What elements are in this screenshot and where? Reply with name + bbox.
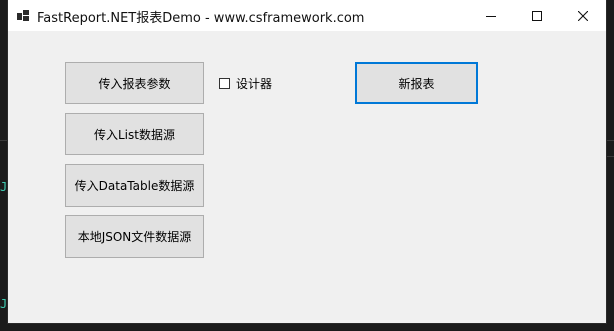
designer-checkbox[interactable]: 设计器: [219, 75, 272, 92]
background-divider: [606, 156, 614, 157]
app-window: FastReport.NET报表Demo - www.csframework.c…: [8, 0, 606, 323]
maximize-button[interactable]: [514, 0, 560, 31]
background-divider: [606, 140, 614, 141]
window-title: FastReport.NET报表Demo - www.csframework.c…: [37, 11, 365, 26]
designer-checkbox-box[interactable]: [219, 78, 230, 89]
local-json-datasource-button[interactable]: 本地JSON文件数据源: [65, 215, 204, 258]
minimize-icon: [486, 15, 496, 17]
background-code-glyph: J: [0, 297, 8, 311]
app-icon: [17, 10, 29, 21]
background-divider: [0, 140, 8, 141]
background-code-glyph: J: [0, 180, 8, 194]
report-params-button[interactable]: 传入报表参数: [65, 62, 204, 104]
datatable-datasource-button[interactable]: 传入DataTable数据源: [65, 164, 204, 207]
minimize-button[interactable]: [468, 0, 514, 31]
designer-checkbox-label: 设计器: [236, 77, 273, 91]
maximize-icon: [532, 10, 542, 21]
close-button[interactable]: [560, 0, 606, 31]
close-icon: [578, 10, 588, 21]
new-report-button[interactable]: 新报表: [355, 62, 478, 104]
title-bar[interactable]: FastReport.NET报表Demo - www.csframework.c…: [8, 0, 606, 31]
list-datasource-button[interactable]: 传入List数据源: [65, 113, 204, 155]
